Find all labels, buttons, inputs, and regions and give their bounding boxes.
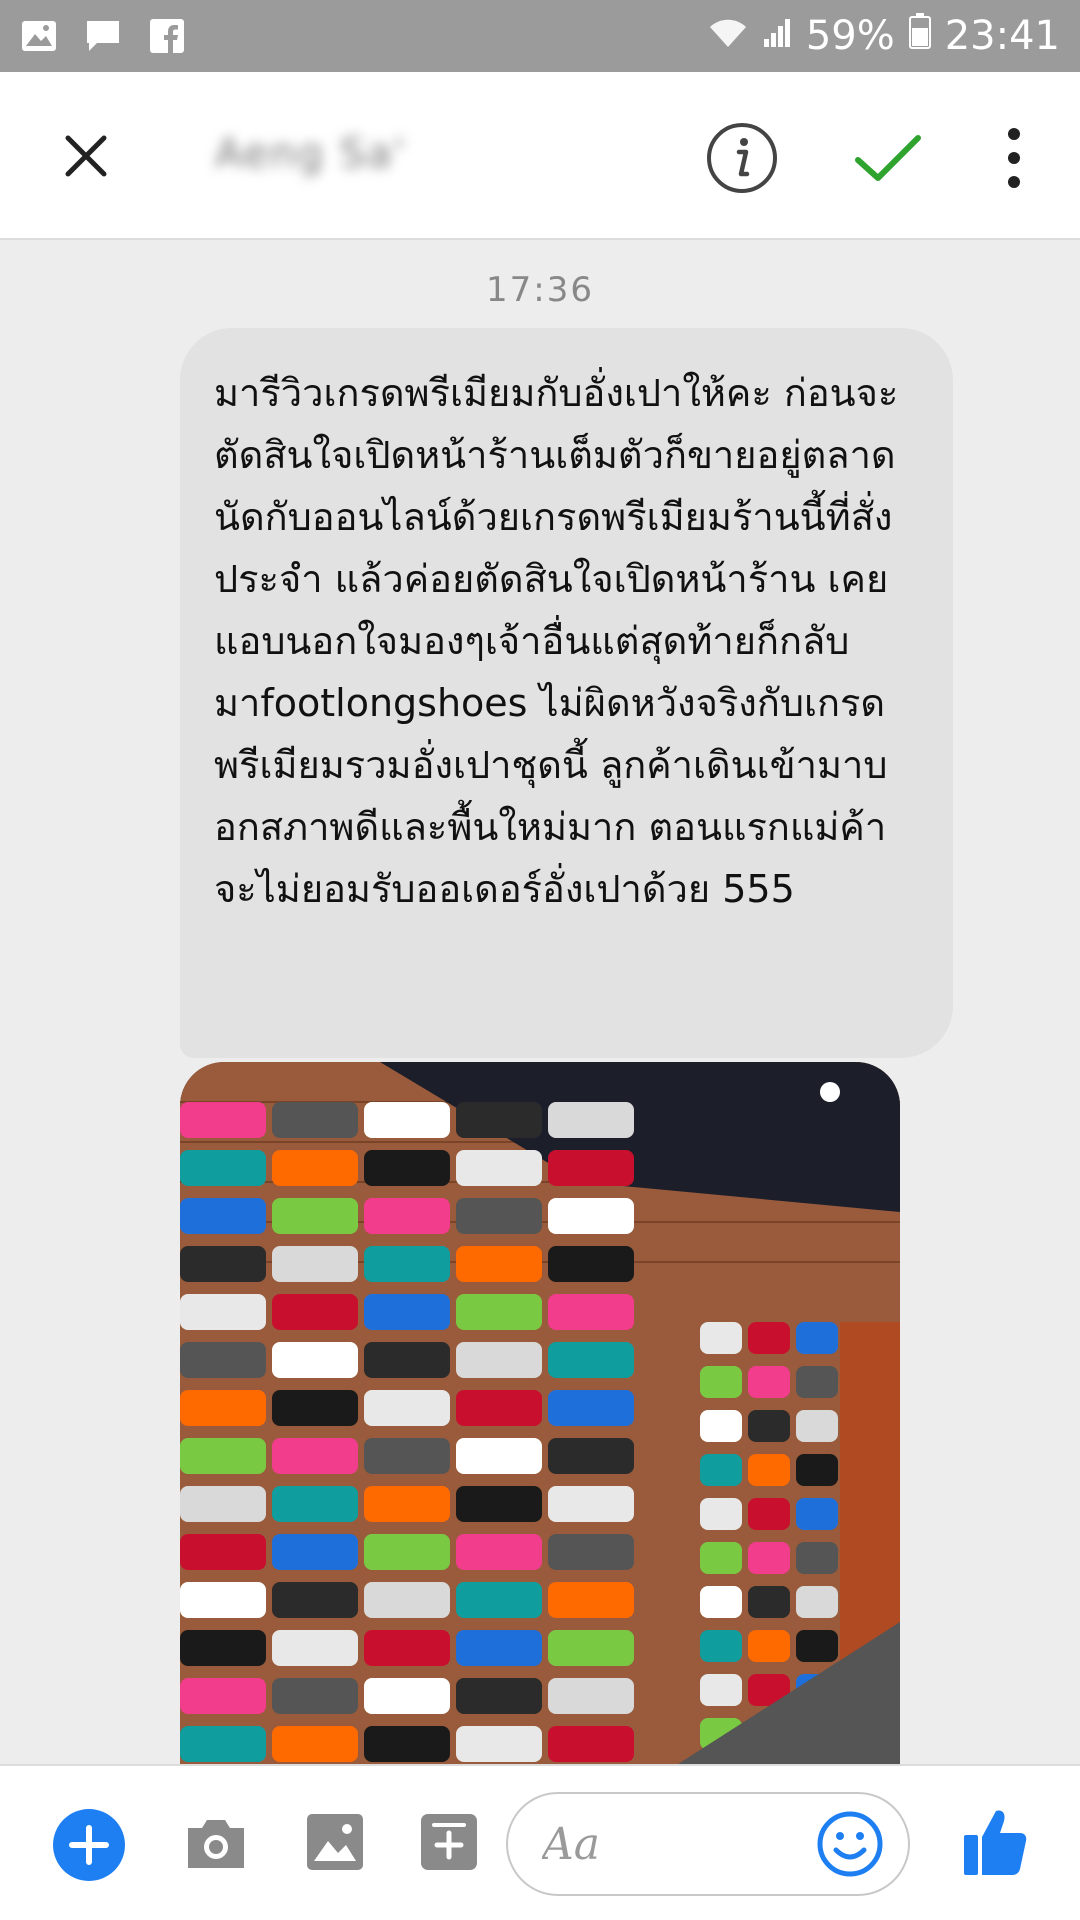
shoe-wall-photo[interactable] <box>180 1062 900 1764</box>
clock: 23:41 <box>944 13 1060 59</box>
facebook-icon <box>148 19 186 53</box>
signal-icon <box>762 13 792 59</box>
message-input-wrapper <box>506 1792 910 1896</box>
more-options-button[interactable] <box>996 122 1032 194</box>
close-icon <box>65 135 107 177</box>
app-bar: Aeng Sa' <box>0 72 1080 240</box>
emoji-icon <box>817 1811 883 1877</box>
more-vert-icon <box>1008 128 1020 188</box>
check-icon <box>855 135 921 181</box>
add-icon <box>53 1809 125 1881</box>
battery-percent: 59% <box>805 13 895 59</box>
message-input[interactable] <box>542 1818 802 1870</box>
message-timestamp: 17:36 <box>486 270 594 310</box>
chat-bubble-icon <box>84 19 122 53</box>
accept-button[interactable] <box>852 122 924 194</box>
conversation-area[interactable]: 17:36 มารีวิวเกรดพรีเมียมกับอั่งเปาให้คะ… <box>0 240 1080 1764</box>
sticker-icon <box>421 1814 477 1870</box>
camera-button[interactable] <box>184 1814 248 1874</box>
message-bubble[interactable]: มารีวิวเกรดพรีเมียมกับอั่งเปาให้คะ ก่อนจ… <box>180 328 953 1058</box>
sticker-button[interactable] <box>420 1812 478 1872</box>
wifi-icon <box>708 13 748 59</box>
battery-icon <box>908 13 931 59</box>
status-bar: 59% 23:41 <box>0 0 1080 72</box>
info-icon <box>707 123 777 193</box>
gallery-button[interactable] <box>306 1812 364 1872</box>
add-button[interactable] <box>52 1808 126 1882</box>
gallery-icon <box>20 19 58 53</box>
contact-name[interactable]: Aeng Sa' <box>215 126 407 182</box>
emoji-button[interactable] <box>814 1808 886 1880</box>
like-button[interactable] <box>958 1800 1032 1882</box>
thumbs-up-icon <box>964 1810 1027 1875</box>
close-button[interactable] <box>54 124 118 188</box>
info-button[interactable] <box>706 122 778 194</box>
camera-icon <box>188 1820 244 1868</box>
image-icon <box>307 1814 363 1870</box>
composer-bar <box>0 1764 1080 1920</box>
